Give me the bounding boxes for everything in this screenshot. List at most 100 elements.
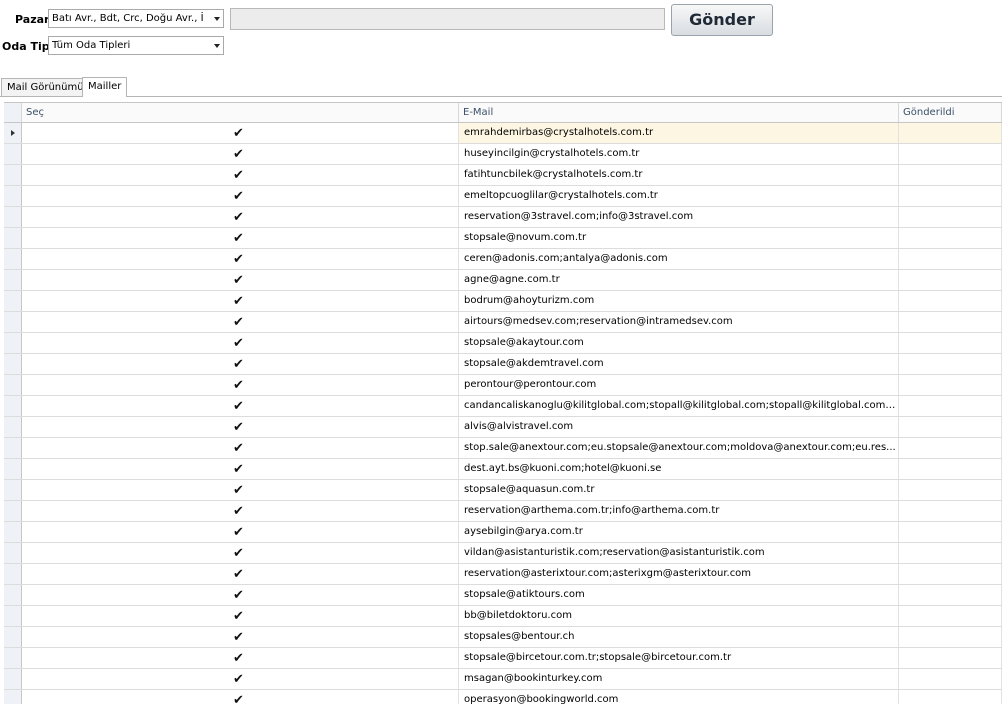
row-selector[interactable] [4, 186, 22, 206]
email-cell[interactable]: reservation@3stravel.com;info@3stravel.c… [459, 207, 899, 227]
sent-cell[interactable] [899, 312, 1002, 332]
checkbox-checked-icon[interactable]: ✔ [232, 442, 245, 455]
email-cell[interactable]: alvis@alvistravel.com [459, 417, 899, 437]
email-cell[interactable]: reservation@asterixtour.com;asterixgm@as… [459, 564, 899, 584]
select-cell[interactable]: ✔ [22, 648, 459, 668]
checkbox-checked-icon[interactable]: ✔ [232, 169, 245, 182]
column-header-gonderildi[interactable]: Gönderildi [899, 103, 1002, 122]
checkbox-checked-icon[interactable]: ✔ [232, 631, 245, 644]
select-cell[interactable]: ✔ [22, 606, 459, 626]
row-selector[interactable] [4, 333, 22, 353]
select-cell[interactable]: ✔ [22, 291, 459, 311]
email-cell[interactable]: huseyincilgin@crystalhotels.com.tr [459, 144, 899, 164]
tab-mailler[interactable]: Mailler [82, 77, 128, 97]
sent-cell[interactable] [899, 186, 1002, 206]
checkbox-checked-icon[interactable]: ✔ [232, 274, 245, 287]
select-cell[interactable]: ✔ [22, 207, 459, 227]
select-cell[interactable]: ✔ [22, 186, 459, 206]
select-cell[interactable]: ✔ [22, 438, 459, 458]
email-cell[interactable]: stopsale@akdemtravel.com [459, 354, 899, 374]
sent-cell[interactable] [899, 270, 1002, 290]
row-selector[interactable] [4, 375, 22, 395]
row-selector[interactable] [4, 543, 22, 563]
select-cell[interactable]: ✔ [22, 375, 459, 395]
email-cell[interactable]: candancaliskanoglu@kilitglobal.com;stopa… [459, 396, 899, 416]
checkbox-checked-icon[interactable]: ✔ [232, 127, 245, 140]
row-selector[interactable] [4, 207, 22, 227]
row-selector[interactable] [4, 354, 22, 374]
row-selector[interactable] [4, 501, 22, 521]
email-cell[interactable]: emeltopcuoglilar@crystalhotels.com.tr [459, 186, 899, 206]
sent-cell[interactable] [899, 543, 1002, 563]
checkbox-checked-icon[interactable]: ✔ [232, 379, 245, 392]
select-cell[interactable]: ✔ [22, 354, 459, 374]
checkbox-checked-icon[interactable]: ✔ [232, 190, 245, 203]
table-row[interactable]: ✔ stopsale@atiktours.com [4, 585, 1002, 606]
row-selector[interactable] [4, 627, 22, 647]
checkbox-checked-icon[interactable]: ✔ [232, 211, 245, 224]
sent-cell[interactable] [899, 144, 1002, 164]
row-selector[interactable] [4, 564, 22, 584]
table-row[interactable]: ✔ huseyincilgin@crystalhotels.com.tr [4, 144, 1002, 165]
checkbox-checked-icon[interactable]: ✔ [232, 547, 245, 560]
select-cell[interactable]: ✔ [22, 459, 459, 479]
select-cell[interactable]: ✔ [22, 480, 459, 500]
column-header-sec[interactable]: Seç [22, 103, 459, 122]
sent-cell[interactable] [899, 585, 1002, 605]
email-cell[interactable]: fatihtuncbilek@crystalhotels.com.tr [459, 165, 899, 185]
table-row[interactable]: ✔ emrahdemirbas@crystalhotels.com.tr [4, 123, 1002, 144]
row-selector[interactable] [4, 312, 22, 332]
email-cell[interactable]: emrahdemirbas@crystalhotels.com.tr [459, 123, 899, 143]
email-cell[interactable]: bodrum@ahoyturizm.com [459, 291, 899, 311]
checkbox-checked-icon[interactable]: ✔ [232, 421, 245, 434]
checkbox-checked-icon[interactable]: ✔ [232, 358, 245, 371]
column-header-email[interactable]: E-Mail [459, 103, 899, 122]
email-cell[interactable]: bb@biletdoktoru.com [459, 606, 899, 626]
table-row[interactable]: ✔ emeltopcuoglilar@crystalhotels.com.tr [4, 186, 1002, 207]
checkbox-checked-icon[interactable]: ✔ [232, 673, 245, 686]
checkbox-checked-icon[interactable]: ✔ [232, 610, 245, 623]
row-selector[interactable] [4, 606, 22, 626]
checkbox-checked-icon[interactable]: ✔ [232, 484, 245, 497]
table-row[interactable]: ✔ alvis@alvistravel.com [4, 417, 1002, 438]
sent-cell[interactable] [899, 438, 1002, 458]
checkbox-checked-icon[interactable]: ✔ [232, 505, 245, 518]
sent-cell[interactable] [899, 627, 1002, 647]
table-row[interactable]: ✔ bodrum@ahoyturizm.com [4, 291, 1002, 312]
select-cell[interactable]: ✔ [22, 312, 459, 332]
checkbox-checked-icon[interactable]: ✔ [232, 337, 245, 350]
checkbox-checked-icon[interactable]: ✔ [232, 589, 245, 602]
email-cell[interactable]: operasyon@bookingworld.com [459, 690, 899, 704]
sent-cell[interactable] [899, 669, 1002, 689]
pazar-dropdown[interactable]: Batı Avr., Bdt, Crc, Doğu Avr., İ [48, 9, 224, 28]
table-row[interactable]: ✔ stopsale@bircetour.com.tr;stopsale@birc… [4, 648, 1002, 669]
table-row[interactable]: ✔ stopsale@akdemtravel.com [4, 354, 1002, 375]
sent-cell[interactable] [899, 522, 1002, 542]
row-selector[interactable] [4, 459, 22, 479]
select-cell[interactable]: ✔ [22, 627, 459, 647]
checkbox-checked-icon[interactable]: ✔ [232, 316, 245, 329]
checkbox-checked-icon[interactable]: ✔ [232, 463, 245, 476]
email-cell[interactable]: vildan@asistanturistik.com;reservation@a… [459, 543, 899, 563]
select-cell[interactable]: ✔ [22, 249, 459, 269]
row-selector[interactable] [4, 585, 22, 605]
row-selector[interactable] [4, 228, 22, 248]
sent-cell[interactable] [899, 480, 1002, 500]
row-selector[interactable] [4, 648, 22, 668]
table-row[interactable]: ✔ agne@agne.com.tr [4, 270, 1002, 291]
table-row[interactable]: ✔ candancaliskanoglu@kilitglobal.com;stop… [4, 396, 1002, 417]
table-row[interactable]: ✔ vildan@asistanturistik.com;reservation@… [4, 543, 1002, 564]
sent-cell[interactable] [899, 417, 1002, 437]
email-cell[interactable]: stopsales@bentour.ch [459, 627, 899, 647]
row-selector[interactable] [4, 270, 22, 290]
checkbox-checked-icon[interactable]: ✔ [232, 295, 245, 308]
sent-cell[interactable] [899, 165, 1002, 185]
checkbox-checked-icon[interactable]: ✔ [232, 568, 245, 581]
checkbox-checked-icon[interactable]: ✔ [232, 253, 245, 266]
select-cell[interactable]: ✔ [22, 690, 459, 704]
row-selector[interactable] [4, 417, 22, 437]
oda-tipi-dropdown[interactable]: Tüm Oda Tipleri [48, 36, 224, 55]
row-selector[interactable] [4, 291, 22, 311]
table-row[interactable]: ✔ stopsale@aquasun.com.tr [4, 480, 1002, 501]
sent-cell[interactable] [899, 123, 1002, 143]
